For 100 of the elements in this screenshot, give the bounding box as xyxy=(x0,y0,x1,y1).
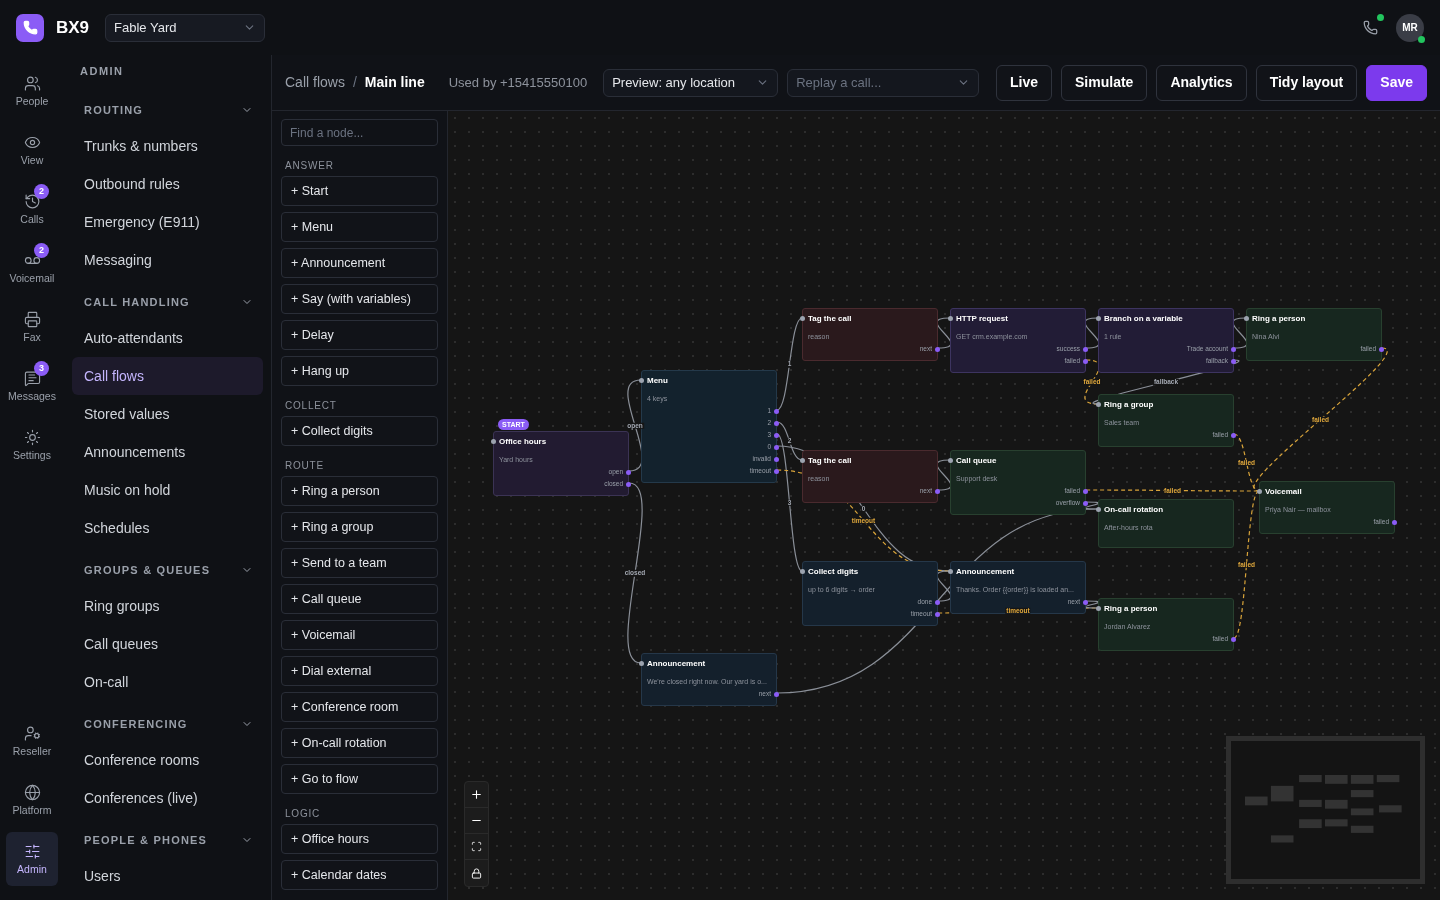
palette-item[interactable]: + Delay xyxy=(281,320,438,350)
nav-section[interactable]: GROUPS & QUEUES xyxy=(72,553,263,587)
output-port[interactable] xyxy=(1379,346,1384,352)
palette-item[interactable]: + Conference room xyxy=(281,692,438,722)
phone-icon[interactable] xyxy=(1362,20,1378,35)
toolbar-button[interactable]: Simulate xyxy=(1061,64,1148,101)
palette-item[interactable]: + Say (with variables) xyxy=(281,284,438,314)
palette-item[interactable]: + Dial external xyxy=(281,656,438,686)
output-port[interactable] xyxy=(1231,636,1236,642)
palette-item[interactable]: + Office hours xyxy=(281,824,438,854)
nav-item[interactable]: Messaging xyxy=(72,241,263,279)
rail-item[interactable]: Voicemail 2 xyxy=(6,241,58,295)
output-port[interactable] xyxy=(1231,432,1236,438)
nav-section[interactable]: ROUTING xyxy=(72,93,263,127)
nav-item[interactable]: Call queues xyxy=(72,625,263,663)
input-port[interactable] xyxy=(1244,316,1249,321)
input-port[interactable] xyxy=(800,458,805,463)
palette-item[interactable]: + Announcement xyxy=(281,248,438,278)
preview-select[interactable]: Preview: any location xyxy=(603,68,779,97)
palette-item[interactable]: + Menu xyxy=(281,212,438,242)
input-port[interactable] xyxy=(800,316,805,321)
palette-item[interactable]: + Ring a person xyxy=(281,476,438,506)
input-port[interactable] xyxy=(639,661,644,666)
nav-item[interactable]: Conferences (live) xyxy=(72,779,263,817)
input-port[interactable] xyxy=(491,439,496,444)
input-port[interactable] xyxy=(1096,402,1101,407)
palette-item[interactable]: + Send to a team xyxy=(281,548,438,578)
rail-item[interactable]: Messages 3 xyxy=(6,359,58,413)
output-port[interactable] xyxy=(1083,599,1088,605)
nav-item[interactable]: On-call xyxy=(72,663,263,701)
input-port[interactable] xyxy=(948,569,953,574)
connector xyxy=(1232,317,1248,349)
user-avatar[interactable]: MR xyxy=(1396,13,1424,42)
palette-item[interactable]: + Go to flow xyxy=(281,764,438,794)
input-port[interactable] xyxy=(1096,507,1101,512)
palette-item[interactable]: + Voicemail xyxy=(281,620,438,650)
workspace-select[interactable]: Fable Yard xyxy=(105,13,266,42)
toolbar-button[interactable]: Analytics xyxy=(1156,64,1247,101)
input-port[interactable] xyxy=(639,378,644,383)
nav-item[interactable]: Call flows xyxy=(72,357,263,395)
printer-icon xyxy=(23,311,41,329)
connector xyxy=(936,317,952,349)
nav-item[interactable]: Auto-attendants xyxy=(72,319,263,357)
rail-item[interactable]: Reseller xyxy=(6,714,58,768)
nav-item[interactable]: Outbound rules xyxy=(72,165,263,203)
history-icon xyxy=(23,193,41,211)
input-port[interactable] xyxy=(1257,489,1262,494)
palette-item[interactable]: + Start xyxy=(281,176,438,206)
output-port[interactable] xyxy=(935,346,940,352)
nav-section[interactable]: CONFERENCING xyxy=(72,707,263,741)
nav-section[interactable]: PEOPLE & PHONES xyxy=(72,823,263,857)
rail-item[interactable]: View xyxy=(6,123,58,177)
nav-item[interactable]: Emergency (E911) xyxy=(72,203,263,241)
toolbar-button[interactable]: Tidy layout xyxy=(1255,64,1358,101)
rail-item[interactable]: Settings xyxy=(6,418,58,472)
nav-item[interactable]: Ring groups xyxy=(72,587,263,625)
rail-item[interactable]: Platform xyxy=(6,773,58,827)
message-icon xyxy=(23,370,41,388)
breadcrumb-link[interactable]: Call flows xyxy=(285,72,345,93)
palette-group-title: ANSWER xyxy=(284,158,335,173)
toolbar-button[interactable]: Live xyxy=(996,64,1053,101)
nav-item[interactable]: Conference rooms xyxy=(72,741,263,779)
globe-icon xyxy=(23,784,41,802)
input-port[interactable] xyxy=(1096,316,1101,321)
brand-name: BX9 xyxy=(56,16,90,39)
rail-item[interactable]: Fax xyxy=(6,300,58,354)
input-port[interactable] xyxy=(948,316,953,321)
replay-select[interactable]: Replay a call... xyxy=(787,68,980,97)
node-title: On-call rotation xyxy=(1104,505,1165,515)
palette-item[interactable]: + Calendar dates xyxy=(281,860,438,890)
nav-section[interactable]: CALL HANDLING xyxy=(72,285,263,319)
count-badge: 2 xyxy=(34,184,49,199)
input-port[interactable] xyxy=(948,458,953,463)
breadcrumb-current: Main line xyxy=(364,73,425,92)
palette-item[interactable]: + Call queue xyxy=(281,584,438,614)
nav-item[interactable]: Announcements xyxy=(72,433,263,471)
nav-item[interactable]: Users xyxy=(72,857,263,895)
palette-group-title: LOGIC xyxy=(284,806,322,821)
output-port[interactable] xyxy=(935,488,940,494)
palette-item[interactable]: + Hang up xyxy=(281,356,438,386)
node-title: Call queue xyxy=(956,456,998,466)
output-port[interactable] xyxy=(1392,519,1397,525)
nav-item[interactable]: Music on hold xyxy=(72,471,263,509)
palette-item[interactable]: + Collect digits xyxy=(281,416,438,446)
fit-view-icon xyxy=(471,841,482,852)
input-port[interactable] xyxy=(800,569,805,574)
rail-item[interactable]: Admin xyxy=(6,832,58,886)
nav-item[interactable]: Stored values xyxy=(72,395,263,433)
palette-item[interactable]: + Ring a group xyxy=(281,512,438,542)
input-port[interactable] xyxy=(1096,606,1101,611)
rail-item[interactable]: Calls 2 xyxy=(6,182,58,236)
node-search-field[interactable]: Find a node... xyxy=(281,119,438,146)
palette-item[interactable]: + On-call rotation xyxy=(281,728,438,758)
toolbar-button[interactable]: Save xyxy=(1366,64,1427,101)
used-by-text: Used by +15415550100 xyxy=(448,73,588,92)
rail-item[interactable]: People xyxy=(6,64,58,118)
nav-item[interactable]: Schedules xyxy=(72,509,263,547)
nav-item[interactable]: Trunks & numbers xyxy=(72,127,263,165)
output-port[interactable] xyxy=(774,691,779,697)
nav-heading: ADMIN xyxy=(79,63,125,79)
